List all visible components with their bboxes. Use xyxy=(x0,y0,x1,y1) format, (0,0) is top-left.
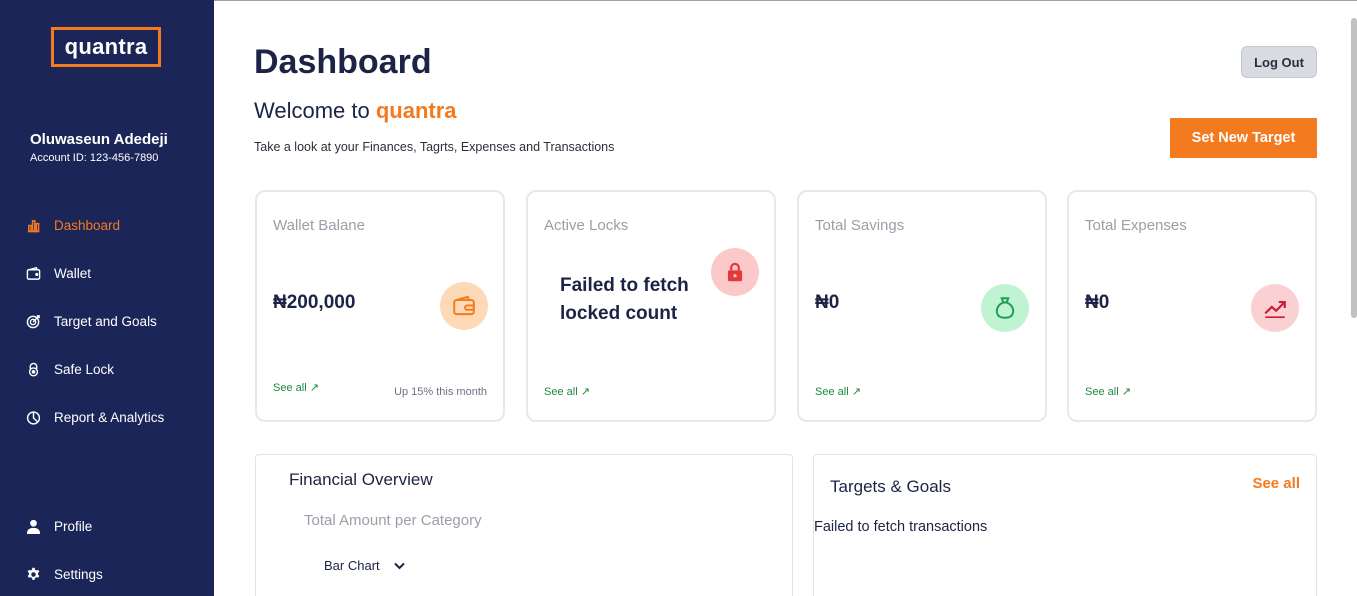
scrollbar[interactable] xyxy=(1351,18,1357,318)
page-subtitle: Take a look at your Finances, Tagrts, Ex… xyxy=(254,140,615,154)
target-icon xyxy=(26,314,40,328)
card-value: ₦200,000 xyxy=(273,292,356,313)
targets-error-message: Failed to fetch transactions xyxy=(814,519,988,535)
pie-chart-icon xyxy=(26,410,41,425)
page-title: Dashboard xyxy=(254,43,432,81)
sidebar-item-dashboard[interactable]: Dashboard xyxy=(26,214,120,236)
sidebar-item-label: Report & Analytics xyxy=(54,409,165,425)
chart-type-select[interactable]: Bar Chart xyxy=(324,558,405,573)
logo[interactable]: quantra xyxy=(51,27,161,67)
lock-icon xyxy=(28,362,39,376)
expenses-see-all-link[interactable]: See all ↗ xyxy=(1085,385,1131,398)
targets-see-all-link[interactable]: See all xyxy=(1252,475,1300,492)
financial-overview-panel: Financial Overview Total Amount per Cate… xyxy=(255,454,793,596)
savings-see-all-link[interactable]: See all ↗ xyxy=(815,385,861,398)
user-icon xyxy=(26,519,41,534)
targets-goals-panel: Targets & Goals See all Failed to fetch … xyxy=(813,454,1317,596)
locks-see-all-link[interactable]: See all ↗ xyxy=(544,385,590,398)
card-value: ₦0 xyxy=(815,292,840,313)
active-locks-card: Active Locks Failed to fetch locked coun… xyxy=(526,190,776,422)
sidebar-item-label: Settings xyxy=(54,566,103,582)
card-value: ₦0 xyxy=(1085,292,1110,313)
sidebar-item-label: Profile xyxy=(54,518,93,534)
app-root: quantra Oluwaseun Adedeji Account ID: 12… xyxy=(0,0,1357,596)
wallet-icon xyxy=(440,282,488,330)
sidebar-item-label: Dashboard xyxy=(54,217,121,233)
trending-up-icon xyxy=(1251,284,1299,332)
sidebar: quantra Oluwaseun Adedeji Account ID: 12… xyxy=(0,0,214,596)
financial-overview-subtitle: Total Amount per Category xyxy=(304,512,482,529)
sidebar-item-wallet[interactable]: Wallet xyxy=(26,262,91,284)
sidebar-item-settings[interactable]: Settings xyxy=(26,563,103,585)
money-bag-icon xyxy=(981,284,1029,332)
chevron-down-icon xyxy=(393,562,405,569)
sidebar-item-report-analytics[interactable]: Report & Analytics xyxy=(26,406,164,428)
logout-button[interactable]: Log Out xyxy=(1241,46,1317,78)
welcome-heading: Welcome to quantra xyxy=(254,98,457,124)
total-savings-card: Total Savings ₦0 See all ↗ xyxy=(797,190,1047,422)
card-label: Wallet Balane xyxy=(273,217,365,234)
locks-error-message: Failed to fetch locked count xyxy=(560,275,689,324)
sidebar-item-profile[interactable]: Profile xyxy=(26,515,92,537)
main-content: Dashboard Welcome to quantra Take a look… xyxy=(214,0,1357,596)
sidebar-item-label: Target and Goals xyxy=(54,313,157,329)
card-label: Total Savings xyxy=(815,217,905,234)
bar-chart-icon xyxy=(27,219,40,232)
wallet-icon xyxy=(26,266,41,280)
wallet-trend-text: Up 15% this month xyxy=(394,386,487,398)
gear-icon xyxy=(27,567,40,580)
sidebar-item-safe-lock[interactable]: Safe Lock xyxy=(26,358,114,380)
chart-type-value: Bar Chart xyxy=(324,558,380,573)
card-label: Active Locks xyxy=(544,217,629,234)
welcome-prefix: Welcome to xyxy=(254,98,376,123)
wallet-balance-card: Wallet Balane ₦200,000 See all ↗ Up 15% … xyxy=(255,190,505,422)
welcome-brand: quantra xyxy=(375,98,457,123)
card-label: Total Expenses xyxy=(1085,217,1187,234)
wallet-see-all-link[interactable]: See all ↗ xyxy=(273,381,319,394)
targets-goals-title: Targets & Goals xyxy=(830,477,951,496)
lock-icon xyxy=(711,248,759,296)
sidebar-item-label: Safe Lock xyxy=(54,361,115,377)
sidebar-item-label: Wallet xyxy=(54,265,92,281)
total-expenses-card: Total Expenses ₦0 See all ↗ xyxy=(1067,190,1317,422)
financial-overview-title: Financial Overview xyxy=(289,470,433,489)
user-name: Oluwaseun Adedeji xyxy=(30,131,168,148)
account-id: Account ID: 123-456-7890 xyxy=(30,152,159,164)
sidebar-item-target-and-goals[interactable]: Target and Goals xyxy=(26,310,157,332)
set-new-target-button[interactable]: Set New Target xyxy=(1170,118,1317,158)
